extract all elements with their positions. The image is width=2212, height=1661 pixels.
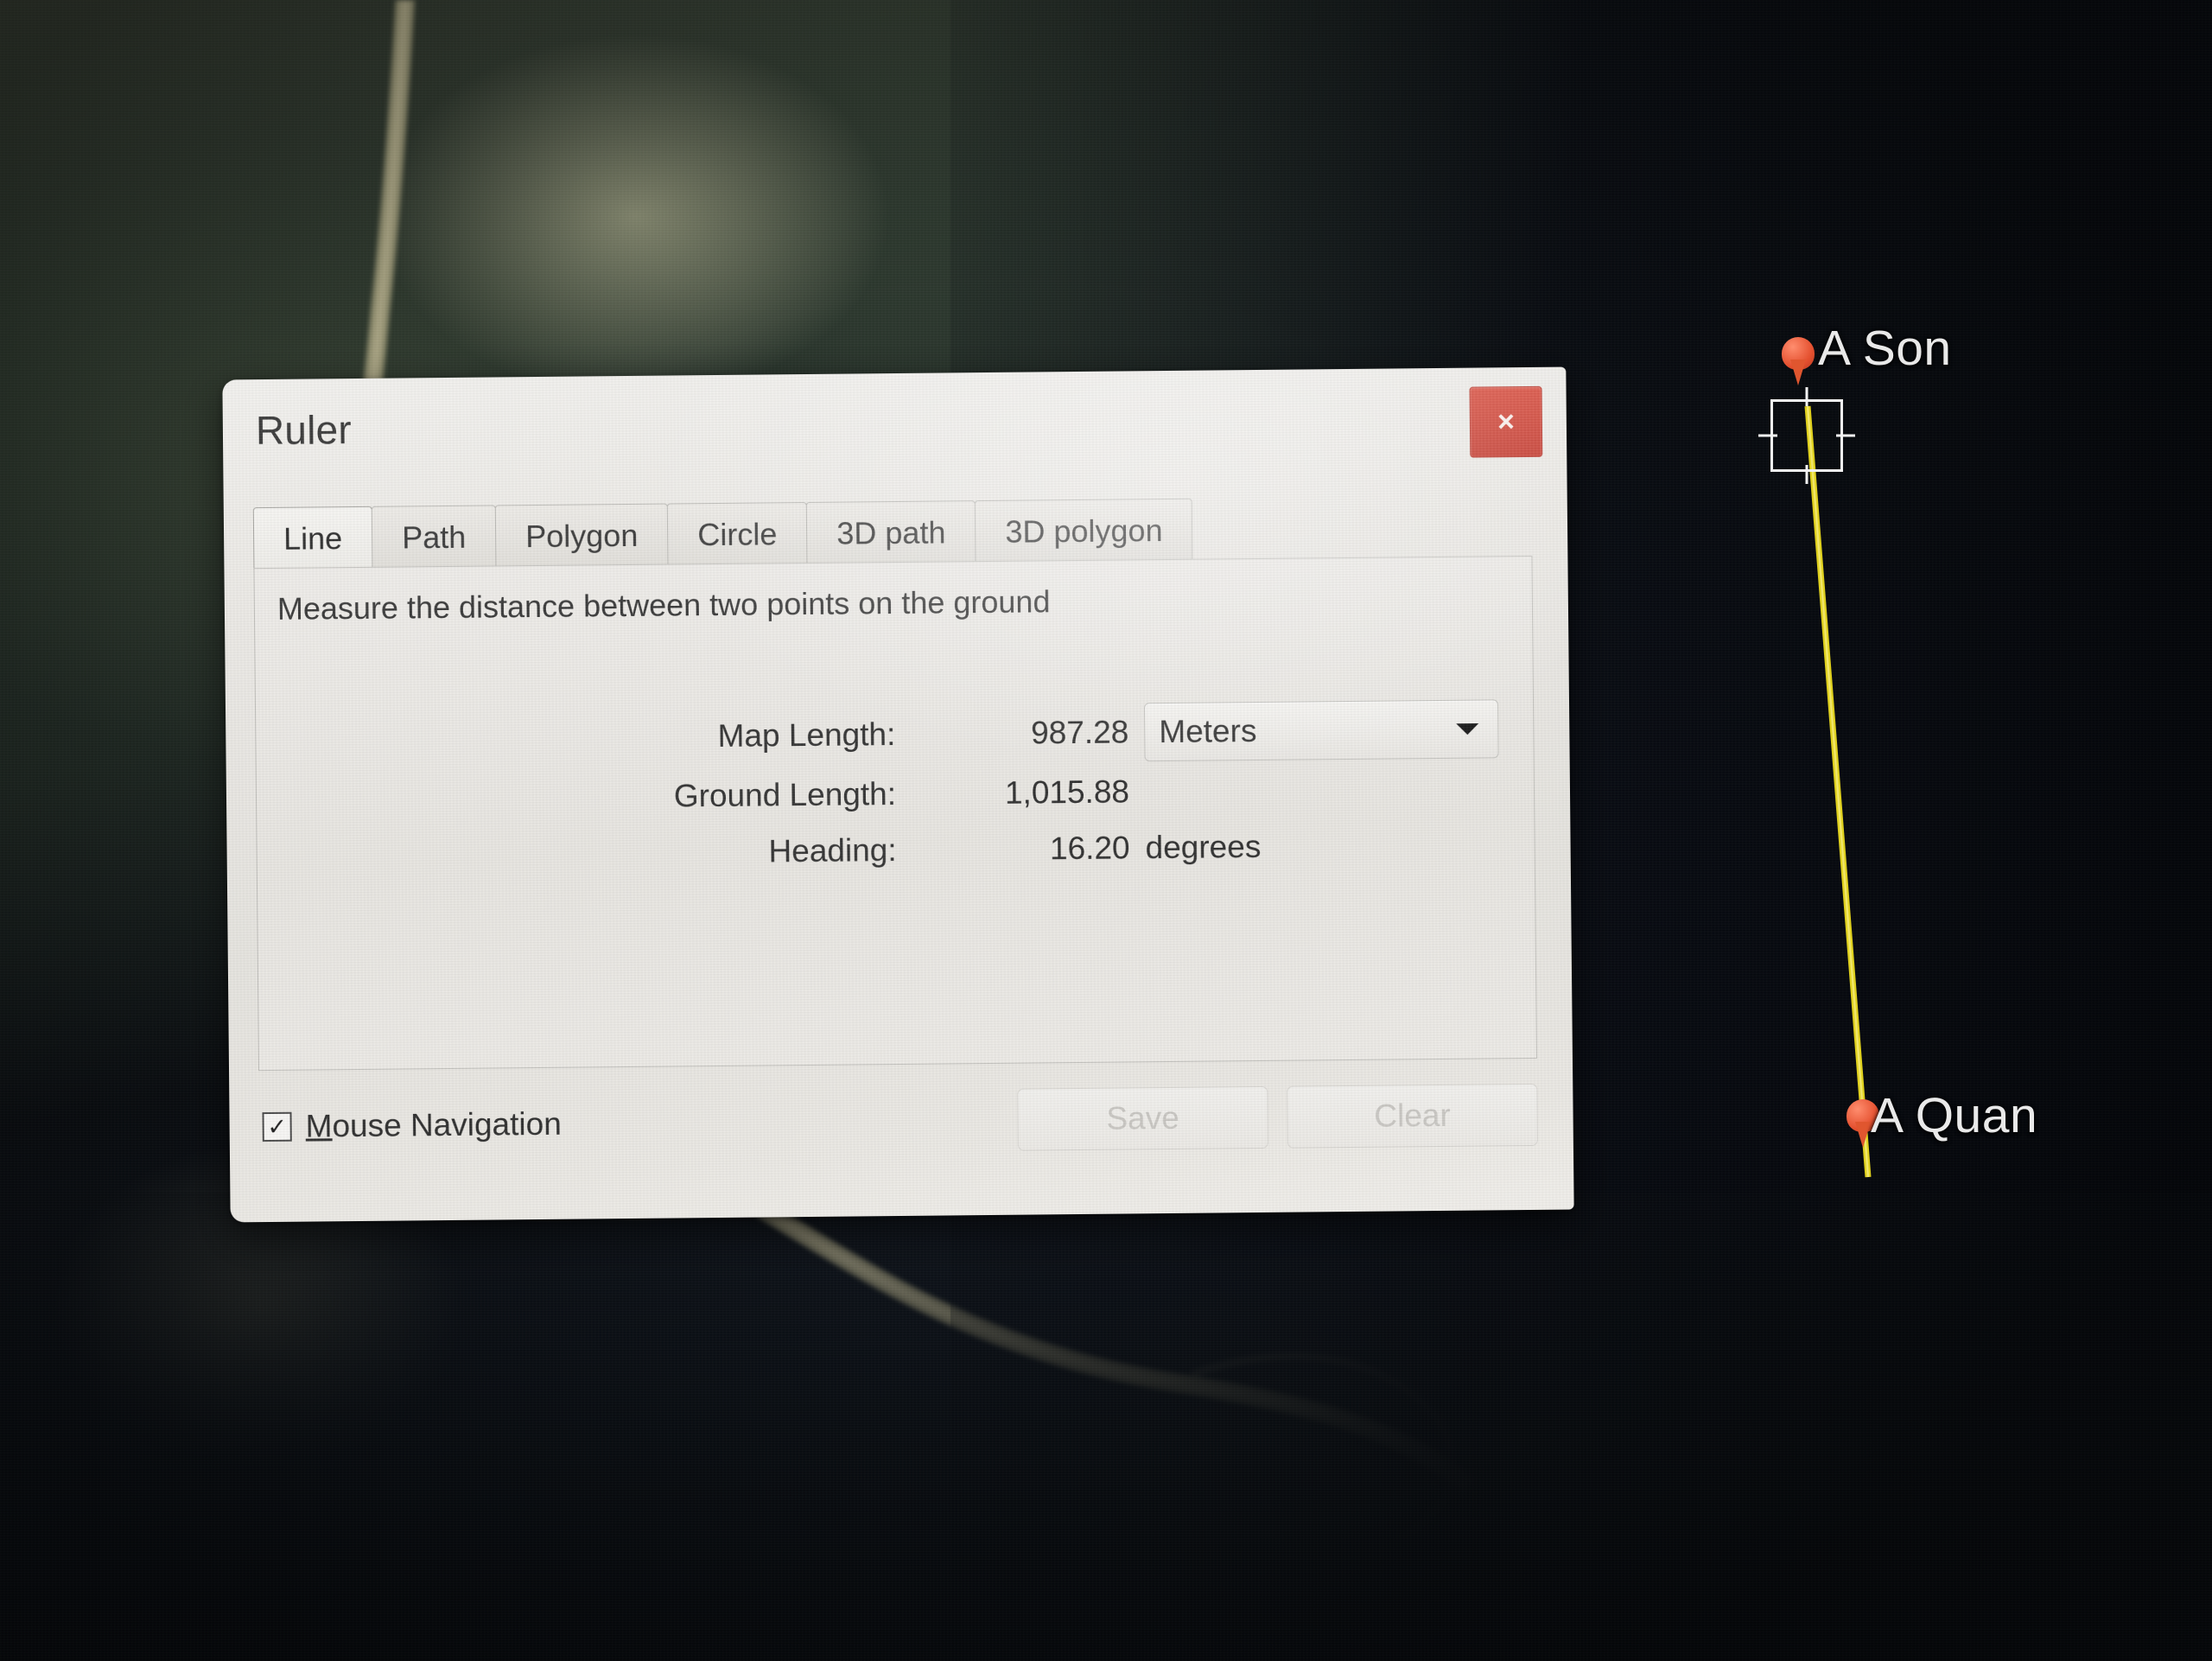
checkbox-check-icon: ✓ — [262, 1111, 292, 1142]
panel-description: Measure the distance between two points … — [276, 583, 1051, 627]
tab-label: 3D path — [836, 513, 946, 551]
dialog-footer: ✓ Mouse Navigation Save Clear — [258, 1076, 1538, 1166]
crosshair-tick-left — [1758, 434, 1777, 437]
tab-label: Polygon — [525, 517, 639, 554]
ground-length-label: Ground Length: — [673, 776, 897, 814]
mouse-navigation-checkbox[interactable]: ✓ Mouse Navigation — [258, 1106, 562, 1145]
tab-label: Line — [283, 519, 343, 557]
units-selected-value: Meters — [1159, 713, 1257, 750]
tab-line[interactable]: Line — [252, 506, 373, 570]
tab-path[interactable]: Path — [371, 505, 497, 569]
label-rest: ouse Navigation — [332, 1105, 563, 1144]
clear-label: Clear — [1374, 1097, 1451, 1134]
clear-button[interactable]: Clear — [1287, 1083, 1538, 1149]
tab-polygon[interactable]: Polygon — [494, 503, 669, 568]
row-ground-length: Ground Length: 1,015.88 — [257, 761, 1536, 827]
tab-label: 3D polygon — [1005, 512, 1163, 550]
tab-3d-path[interactable]: 3D path — [805, 500, 976, 565]
heading-label: Heading: — [768, 832, 897, 869]
measurement-panel: Measure the distance between two points … — [253, 555, 1537, 1072]
dialog-title: Ruler — [255, 407, 353, 454]
map-length-label: Map Length: — [717, 716, 896, 754]
mnemonic-letter: M — [305, 1108, 333, 1144]
row-heading: Heading: 16.20 degrees — [257, 818, 1536, 883]
pin-tip — [1790, 360, 1806, 385]
ground-length-value: 1,015.88 — [1004, 773, 1130, 811]
pin-tip — [1855, 1122, 1871, 1148]
map-length-value: 987.28 — [1030, 714, 1129, 751]
crosshair-tick-right — [1836, 434, 1855, 437]
placemark-pin-icon-a-son[interactable] — [1778, 337, 1818, 391]
row-map-length: Map Length: 987.28 Meters — [256, 699, 1535, 767]
heading-value: 16.20 — [1049, 830, 1130, 867]
ruler-dialog[interactable]: Ruler × Line Path Polygon Circle 3D path… — [222, 366, 1574, 1223]
selection-box-a-son[interactable] — [1758, 387, 1855, 484]
chevron-down-icon — [1456, 723, 1479, 735]
tab-label: Path — [401, 519, 467, 555]
close-button[interactable]: × — [1469, 385, 1543, 458]
heading-unit: degrees — [1145, 828, 1262, 866]
tab-label: Circle — [697, 515, 778, 552]
save-button[interactable]: Save — [1017, 1085, 1268, 1151]
placemark-pin-icon-a-quan[interactable] — [1843, 1099, 1883, 1153]
units-select[interactable]: Meters — [1143, 699, 1499, 762]
save-label: Save — [1106, 1099, 1179, 1136]
crosshair-tick-bottom — [1805, 465, 1808, 484]
mouse-navigation-label: Mouse Navigation — [305, 1106, 562, 1145]
footer-spacer — [562, 1120, 999, 1124]
tab-3d-polygon[interactable]: 3D polygon — [975, 498, 1193, 563]
close-icon: × — [1497, 405, 1515, 439]
tab-circle[interactable]: Circle — [666, 501, 808, 566]
